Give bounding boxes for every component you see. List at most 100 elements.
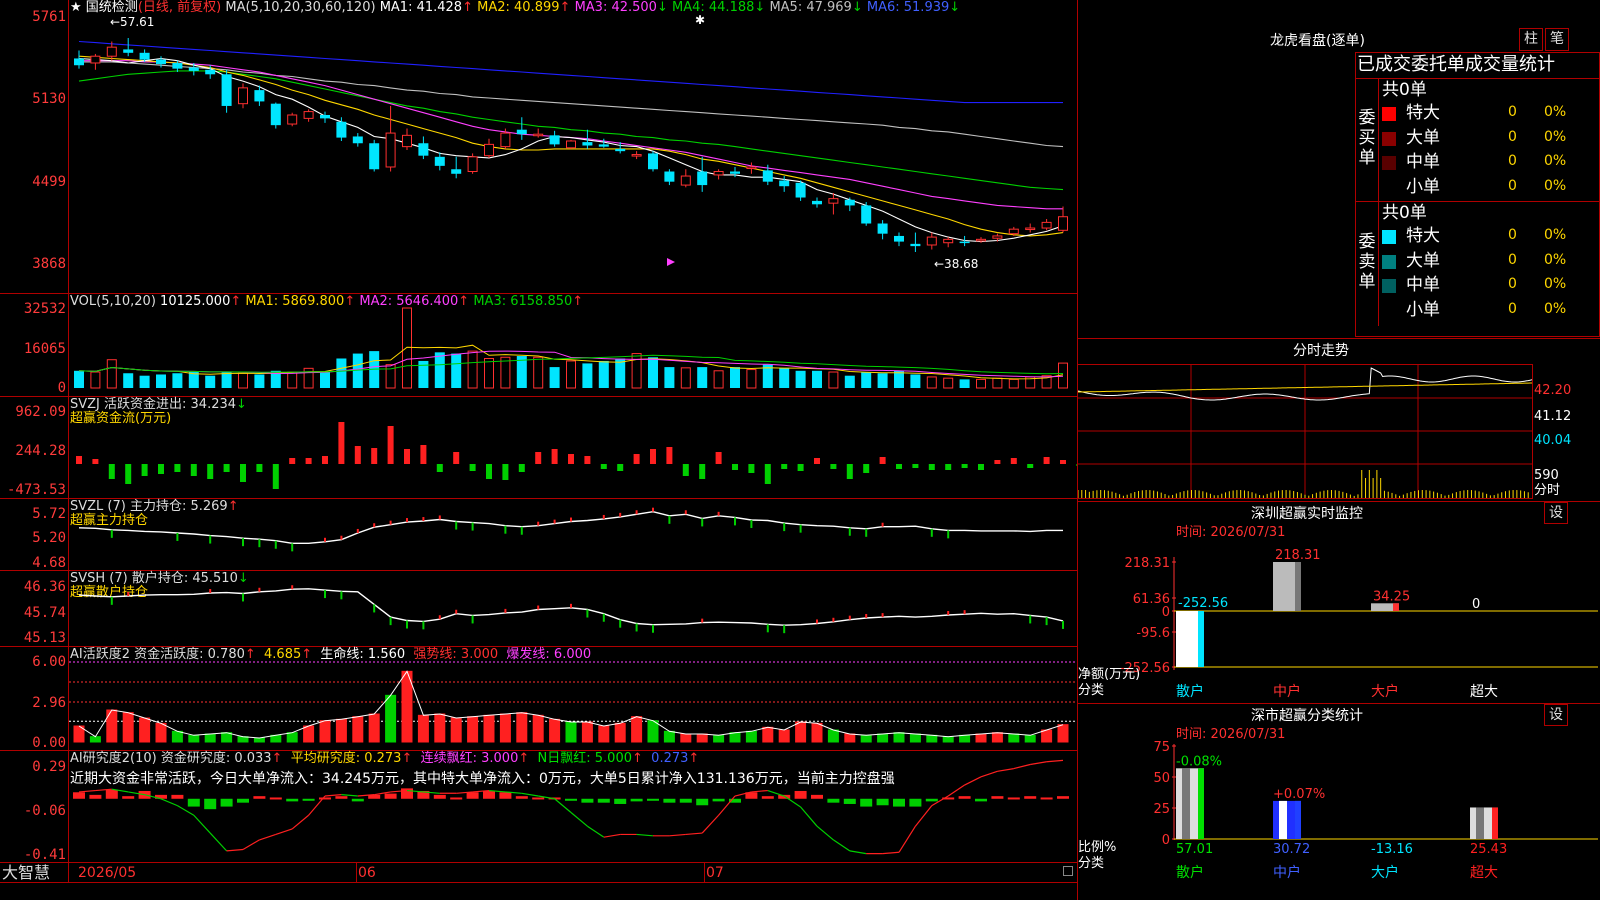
volume-bar [549, 367, 560, 388]
research-line-seg [701, 814, 720, 834]
class-axis-name: 比例% [1078, 840, 1117, 855]
candle-body [861, 205, 872, 224]
volume-bar [746, 369, 757, 389]
candle-body [697, 171, 708, 186]
monitor-y-label: 0 [1162, 605, 1170, 620]
low-note: ←38.68 [934, 257, 979, 271]
fund-flow-bar [502, 464, 509, 480]
activity-bar [1024, 734, 1036, 743]
fund-flow-bar [912, 464, 919, 468]
research-bar [220, 798, 233, 807]
research-bar [843, 798, 856, 804]
candle-body [1008, 228, 1019, 235]
candlestick-chart[interactable]: ✱ [69, 0, 1077, 293]
research-bar [105, 789, 118, 799]
fund-flow-chart[interactable] [69, 397, 1077, 498]
monitor-y-label: 218.31 [1125, 556, 1171, 571]
candle-body [795, 182, 806, 198]
activity-bar [631, 716, 643, 743]
research-bar [122, 796, 135, 799]
intraday-chart[interactable] [1078, 365, 1532, 498]
activity-bar [647, 720, 659, 743]
volume-bar [172, 373, 183, 388]
monitor-bar-chart[interactable]: 218.3161.360-95.6-252.56-252.56218.3134.… [1078, 545, 1600, 703]
timeline-border [0, 882, 1077, 883]
activity-bar [860, 734, 872, 743]
activity-bar [762, 726, 774, 743]
activity-bar [926, 734, 938, 743]
volume-bar [566, 360, 576, 389]
ai-activity-chart[interactable] [69, 647, 1077, 750]
y-label: 962.09 [15, 404, 66, 420]
lock-icon[interactable] [1063, 866, 1073, 876]
activity-bar [303, 725, 315, 743]
research-bar [171, 794, 184, 799]
candle-body [270, 103, 281, 126]
candle-body [221, 74, 232, 106]
research-bar [532, 797, 545, 800]
candle-body [238, 87, 248, 105]
divider [1378, 78, 1379, 326]
fund-flow-bar [797, 464, 804, 471]
divider [1077, 338, 1600, 339]
class-value-label: 57.01 [1176, 842, 1213, 857]
activity-bar [549, 718, 561, 743]
fund-flow-bar [108, 464, 115, 479]
class-value-label: 30.72 [1273, 842, 1310, 857]
intraday-tab[interactable]: 分时 [1534, 484, 1560, 498]
research-bar [958, 796, 971, 799]
volume-bar [730, 367, 740, 388]
activity-bar [450, 717, 462, 743]
bar-mode-button[interactable]: 柱 [1519, 28, 1543, 51]
volume-bar [139, 375, 150, 388]
candle-body [402, 134, 412, 148]
research-bar [401, 788, 413, 799]
volume-chart[interactable] [69, 294, 1077, 396]
class-settings-button[interactable]: 设 [1544, 704, 1568, 726]
fund-flow-bar [453, 452, 460, 464]
activity-bar [139, 717, 151, 743]
volume-bar [467, 350, 478, 389]
research-bar [433, 794, 446, 799]
research-line-seg [603, 833, 621, 838]
volume-bar [680, 367, 691, 389]
monitor-bar-label: 0 [1472, 597, 1480, 612]
fund-flow-bar [535, 452, 542, 464]
activity-bar [663, 730, 675, 743]
ai-research-chart[interactable] [69, 751, 1077, 862]
date-label: 06 [358, 865, 376, 881]
activity-bar [532, 714, 544, 743]
class-bar-chart[interactable]: 75 50 25 0 -0.08% 57.01 +0.07% 30.72 -13.16 25.43… [1078, 740, 1600, 900]
stroke-mode-button[interactable]: 笔 [1545, 28, 1569, 51]
order-count: 0 [1508, 104, 1517, 120]
research-bar [286, 798, 299, 802]
research-line-seg [1013, 763, 1031, 770]
research-bar [712, 798, 725, 802]
monitor-bar-label: 218.31 [1275, 548, 1321, 563]
y-label: 244.28 [15, 443, 66, 459]
fund-flow-bar [190, 464, 197, 476]
stock-terminal: ★ 国统检测(日线, 前复权) MA(5,10,20,30,60,120) MA… [0, 0, 1600, 900]
fund-flow-bar [174, 464, 181, 472]
activity-bar [204, 733, 216, 743]
class-y-label: 75 [1153, 740, 1170, 755]
candle-body [1025, 227, 1036, 231]
date-tick [704, 862, 705, 882]
activity-bar [286, 732, 298, 743]
main-holding-chart[interactable] [69, 499, 1077, 570]
research-line-seg [833, 839, 851, 852]
volume-bar [484, 357, 494, 389]
activity-bar [745, 730, 757, 743]
y-label: -0.41 [23, 847, 66, 863]
activity-bar [581, 721, 593, 743]
class-y-label: 25 [1153, 802, 1170, 817]
class-y-label: 0 [1162, 833, 1170, 848]
monitor-settings-button[interactable]: 设 [1544, 502, 1568, 524]
research-line-seg [291, 814, 309, 830]
activity-bar [352, 716, 364, 743]
retail-holding-chart[interactable] [69, 571, 1077, 646]
candle-body [516, 129, 527, 135]
volume-bar [992, 377, 1003, 389]
candle-body [992, 235, 1003, 239]
fund-flow-bar [568, 454, 574, 464]
